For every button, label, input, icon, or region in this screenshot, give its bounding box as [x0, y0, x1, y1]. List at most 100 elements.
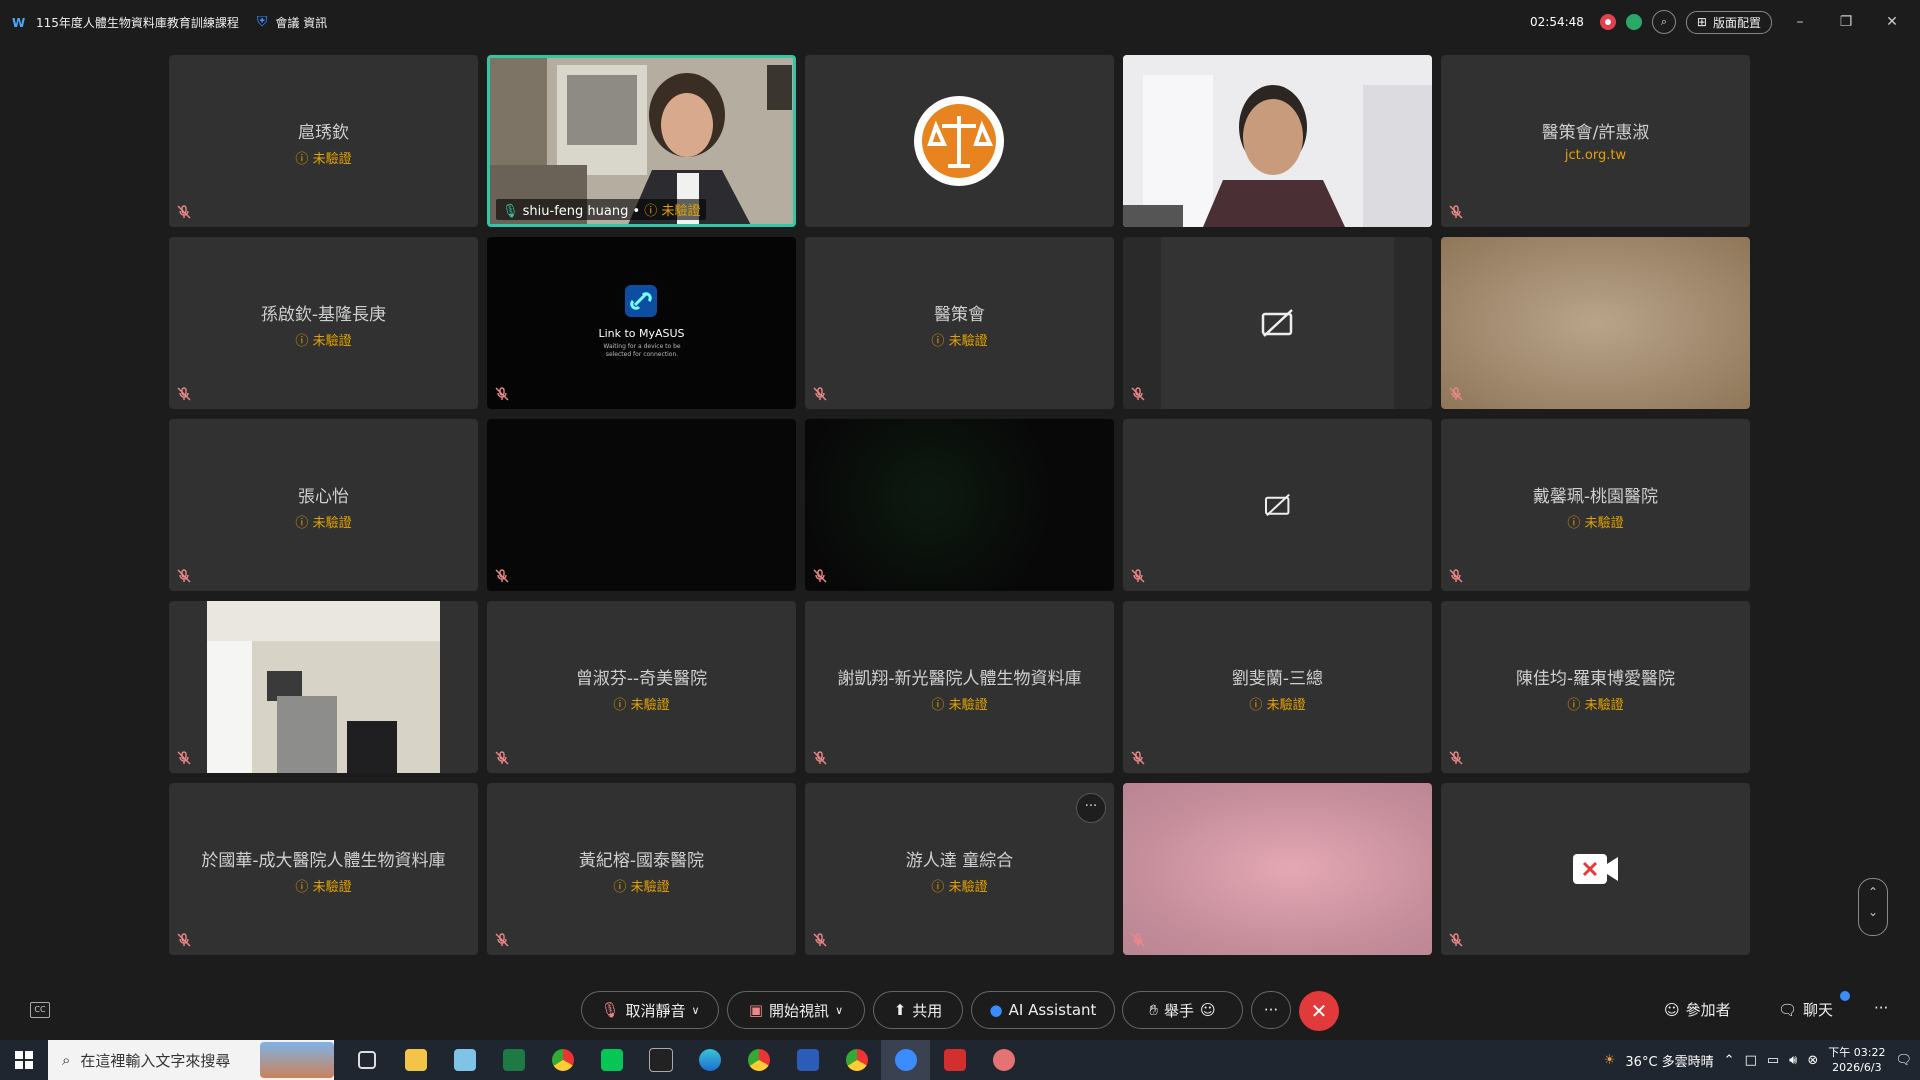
- layout-label: 版面配置: [1712, 15, 1761, 30]
- meet-now-icon[interactable]: □: [1745, 1053, 1757, 1068]
- participant-name: 曾淑芬--奇美醫院: [575, 669, 708, 689]
- share-button[interactable]: ⬆ 共用: [873, 991, 963, 1029]
- notification-icon[interactable]: 🗨︎: [1895, 1053, 1912, 1068]
- participant-tile[interactable]: ··· 游人達 童綜合 ⓘ 未驗證: [805, 783, 1114, 955]
- participant-video-tile[interactable]: [1123, 55, 1432, 227]
- closed-caption-icon[interactable]: CC: [30, 1002, 50, 1018]
- system-clock[interactable]: 下午 03:22 2026/6/3: [1828, 1045, 1885, 1075]
- participant-tile[interactable]: 黃紀榕-國泰醫院 ⓘ 未驗證: [487, 783, 796, 955]
- raise-hand-button[interactable]: ✋︎ 舉手 ☺: [1122, 991, 1243, 1029]
- word-icon[interactable]: [783, 1040, 832, 1080]
- participant-tile[interactable]: 陳佳均-羅東博愛醫院 ⓘ 未驗證: [1441, 601, 1750, 773]
- participant-video-tile[interactable]: 🎙︎ shiu-feng huang • ⓘ 未驗證: [487, 55, 796, 227]
- taskbar-search[interactable]: ⌕ 在這裡輸入文字來搜尋: [48, 1040, 334, 1080]
- chevron-up-icon[interactable]: ⌃: [1724, 1053, 1735, 1068]
- excel-icon[interactable]: [489, 1040, 538, 1080]
- notepad-icon[interactable]: [440, 1040, 489, 1080]
- participants-button[interactable]: ☺ 參加者: [1664, 999, 1731, 1020]
- leave-meeting-button[interactable]: ✕: [1299, 991, 1339, 1031]
- start-video-button[interactable]: ▣ 開始視訊 ∨: [727, 991, 865, 1029]
- chevron-down-icon[interactable]: ∨: [692, 1004, 700, 1017]
- participant-tile[interactable]: 張心怡 ⓘ 未驗證: [169, 419, 478, 591]
- network-status-icon[interactable]: [1625, 14, 1642, 30]
- search-icon[interactable]: ⌕: [1651, 10, 1676, 34]
- ai-assistant-button[interactable]: ● AI Assistant: [971, 991, 1115, 1029]
- verification-status: ⓘ 未驗證: [295, 516, 352, 531]
- page-scroll-control[interactable]: ⌃ ⌄: [1858, 878, 1888, 936]
- more-options-button[interactable]: ···: [1076, 793, 1106, 823]
- chat-button[interactable]: 🗨︎ 聊天: [1778, 991, 1850, 1020]
- participant-tile[interactable]: [1123, 419, 1432, 591]
- unmute-button[interactable]: 🎙︎ 取消靜音 ∨: [581, 991, 719, 1029]
- chevron-up-icon[interactable]: ⌃: [1859, 885, 1887, 899]
- recording-icon[interactable]: [1599, 14, 1616, 30]
- overflow-menu-button[interactable]: ···: [1874, 999, 1888, 1017]
- line-icon[interactable]: [587, 1040, 636, 1080]
- participant-tile[interactable]: 醫策會/許惠淑 jct.org.tw: [1441, 55, 1750, 227]
- webex-logo-icon: W: [12, 16, 26, 30]
- participant-tile[interactable]: 扈琇欽 ⓘ 未驗證: [169, 55, 478, 227]
- webex-icon[interactable]: [881, 1040, 930, 1080]
- weather-text[interactable]: 36°C 多雲時晴: [1625, 1051, 1713, 1070]
- chrome-profile-icon[interactable]: [734, 1040, 783, 1080]
- restore-button[interactable]: ❐: [1828, 14, 1864, 30]
- shield-icon[interactable]: ⛨: [257, 14, 268, 30]
- chrome-icon-2[interactable]: [832, 1040, 881, 1080]
- chrome-icon[interactable]: [538, 1040, 587, 1080]
- meeting-title: 115年度人體生物資料庫教育訓練課程: [36, 15, 239, 30]
- participant-video-tile[interactable]: [1441, 237, 1750, 409]
- minimize-button[interactable]: –: [1782, 14, 1818, 30]
- participant-video-tile[interactable]: [169, 601, 478, 773]
- windows-start-button[interactable]: [0, 1040, 48, 1080]
- verification-status: ⓘ 未驗證: [295, 880, 352, 895]
- chat-bubble-icon: 🗨︎: [1778, 1000, 1798, 1019]
- participant-tile[interactable]: 醫策會 ⓘ 未驗證: [805, 237, 1114, 409]
- volume-icon[interactable]: 🔊︎: [1789, 1053, 1797, 1068]
- participant-nametag: 🎙︎ shiu-feng huang • ⓘ 未驗證: [496, 199, 707, 220]
- meeting-info-link[interactable]: 會議 資訊: [275, 14, 327, 31]
- file-explorer-icon[interactable]: [391, 1040, 440, 1080]
- start-video-label: 開始視訊: [769, 1001, 830, 1020]
- participant-tile[interactable]: 戴馨珮-桃園醫院 ⓘ 未驗證: [1441, 419, 1750, 591]
- chevron-down-icon[interactable]: ⌄: [1859, 905, 1887, 919]
- participant-name: 陳佳均-羅東博愛醫院: [1515, 669, 1676, 689]
- app-icon[interactable]: [636, 1040, 685, 1080]
- participant-tile[interactable]: 劉斐蘭-三總 ⓘ 未驗證: [1123, 601, 1432, 773]
- reactions-icon[interactable]: ☺: [1200, 1001, 1216, 1019]
- participant-tile[interactable]: 曾淑芬--奇美醫院 ⓘ 未驗證: [487, 601, 796, 773]
- close-circle-icon[interactable]: ⊗: [1807, 1053, 1818, 1068]
- participant-tile[interactable]: 於國華-成大醫院人體生物資料庫 ⓘ 未驗證: [169, 783, 478, 955]
- network-icon[interactable]: ▭: [1767, 1053, 1779, 1068]
- weather-icon[interactable]: ☀: [1604, 1053, 1616, 1068]
- layout-button[interactable]: ⊞ 版面配置: [1685, 10, 1772, 34]
- participant-tile[interactable]: 孫啟欽-基隆長庚 ⓘ 未驗證: [169, 237, 478, 409]
- snipping-tool-icon[interactable]: [979, 1040, 1028, 1080]
- participant-video-tile[interactable]: [487, 419, 796, 591]
- mic-muted-icon: [813, 751, 829, 767]
- edge-icon[interactable]: [685, 1040, 734, 1080]
- mic-muted-icon: [177, 205, 193, 221]
- participant-tile[interactable]: [1123, 237, 1432, 409]
- unmute-label: 取消靜音: [625, 1001, 686, 1020]
- participant-video-tile[interactable]: [1123, 783, 1432, 955]
- verification-status: ⓘ 未驗證: [295, 334, 352, 349]
- participant-tile[interactable]: [1441, 783, 1750, 955]
- title-bar: W 115年度人體生物資料庫教育訓練課程 ⛨ 會議 資訊 02:54:48 ⌕ …: [0, 0, 1920, 44]
- task-view-icon[interactable]: [342, 1040, 391, 1080]
- acrobat-icon[interactable]: [930, 1040, 979, 1080]
- participant-org: jct.org.tw: [1564, 148, 1627, 163]
- mic-muted-icon: 🎙︎: [600, 1001, 620, 1019]
- participant-tile[interactable]: [805, 55, 1114, 227]
- mic-muted-icon: [813, 933, 829, 949]
- chevron-down-icon[interactable]: ∨: [835, 1004, 843, 1017]
- participant-screen-tile[interactable]: Link to MyASUS Waiting for a device to b…: [487, 237, 796, 409]
- close-button[interactable]: ✕: [1874, 14, 1910, 30]
- participant-name: 張心怡: [298, 487, 349, 507]
- participant-tile[interactable]: 謝凱翔-新光醫院人體生物資料庫 ⓘ 未驗證: [805, 601, 1114, 773]
- verification-status: ⓘ 未驗證: [1567, 516, 1624, 531]
- mic-muted-icon: [177, 569, 193, 585]
- more-options-button[interactable]: ···: [1251, 991, 1291, 1029]
- mic-muted-icon: [1131, 933, 1147, 949]
- participant-video-tile[interactable]: [805, 419, 1114, 591]
- share-label: 共用: [912, 1001, 943, 1020]
